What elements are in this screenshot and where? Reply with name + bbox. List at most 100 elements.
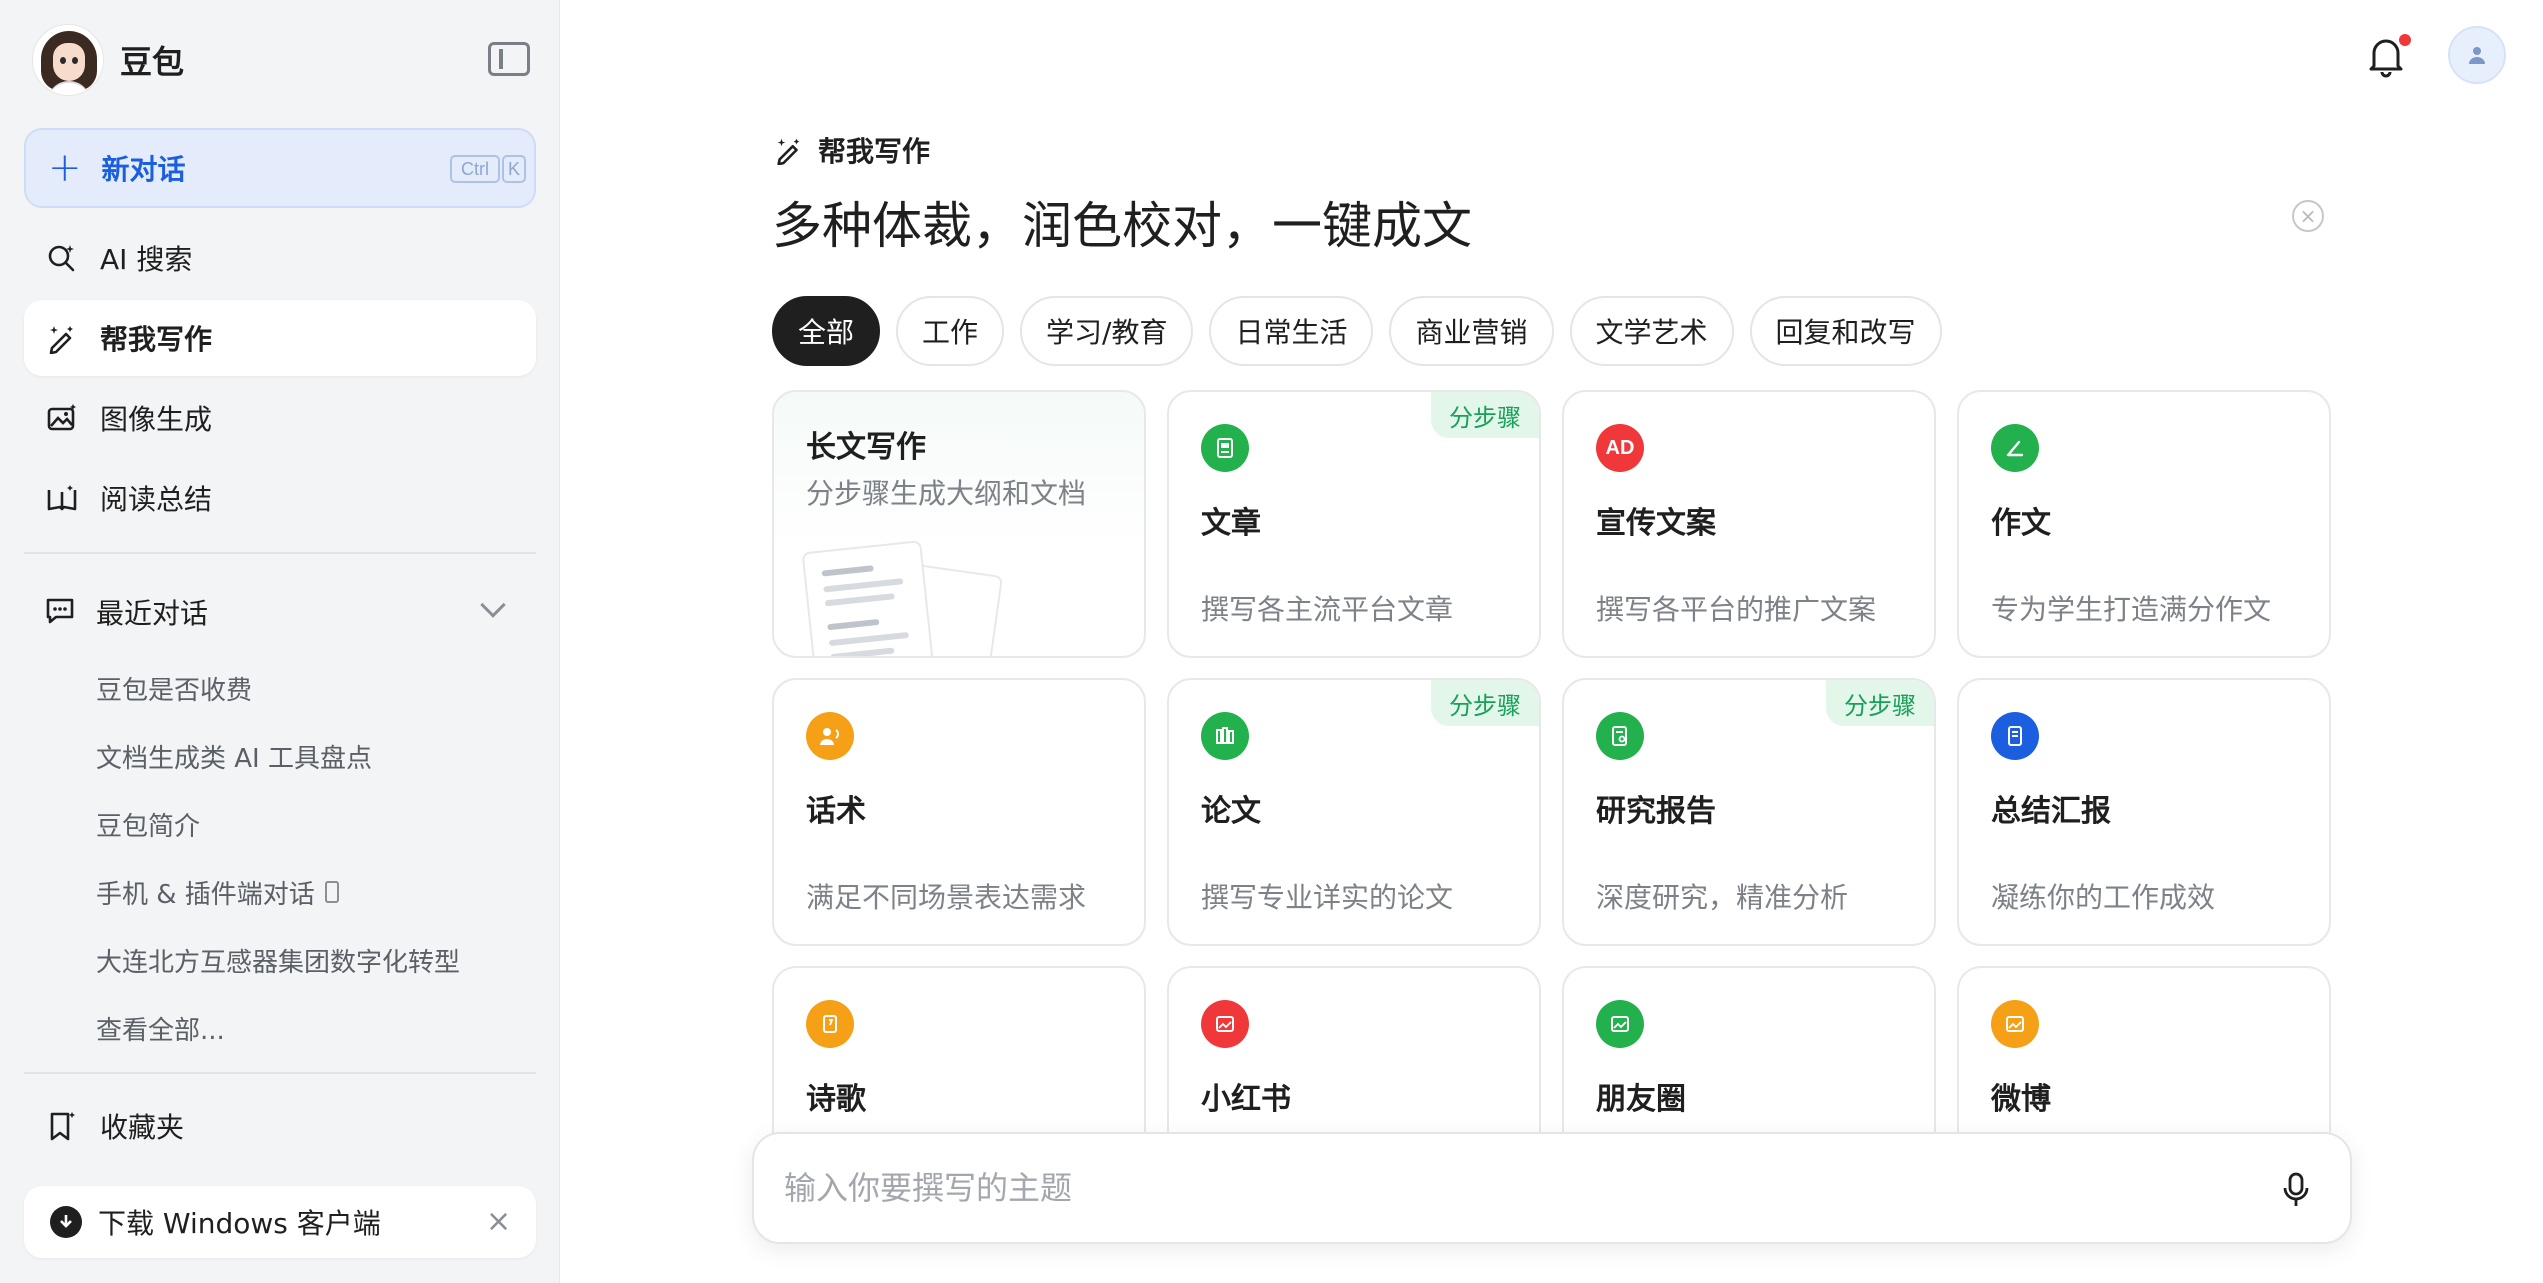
- card-article[interactable]: 分步骤 文章 撰写各主流平台文章: [1167, 390, 1541, 658]
- chevron-down-icon[interactable]: [480, 592, 506, 618]
- notification-dot: [2399, 34, 2411, 46]
- report-search-icon: [1596, 712, 1644, 760]
- image-icon: [44, 400, 80, 436]
- close-circle-icon[interactable]: ×: [2292, 200, 2324, 232]
- card-desc: 撰写各主流平台文章: [1201, 593, 1454, 626]
- shortcut-key: K: [502, 155, 526, 183]
- book-icon: [44, 480, 80, 516]
- sidebar-item-image-gen[interactable]: 图像生成: [24, 380, 536, 456]
- shortcut-ctrl: Ctrl: [450, 155, 500, 183]
- close-icon[interactable]: ×: [486, 1204, 511, 1239]
- sidebar-divider: [24, 1072, 536, 1074]
- download-icon: [50, 1206, 82, 1238]
- download-client-banner[interactable]: 下载 Windows 客户端 ×: [24, 1186, 536, 1258]
- section-title: 帮我写作: [774, 130, 930, 170]
- step-badge: 分步骤: [1431, 680, 1539, 726]
- tab-marketing[interactable]: 商业营销: [1389, 296, 1554, 366]
- card-moments[interactable]: 朋友圈: [1562, 966, 1936, 1156]
- sidebar-toggle-icon[interactable]: [488, 42, 530, 76]
- card-desc: 深度研究，精准分析: [1596, 881, 1849, 914]
- chat-bubble-icon: [44, 594, 76, 630]
- card-desc: 凝练你的工作成效: [1991, 881, 2216, 914]
- microphone-icon[interactable]: [2276, 1170, 2316, 1210]
- tab-education[interactable]: 学习/教育: [1020, 296, 1194, 366]
- card-weibo[interactable]: 微博: [1957, 966, 2331, 1156]
- card-ad-copy[interactable]: AD 宣传文案 撰写各平台的推广文案: [1562, 390, 1936, 658]
- compose-input-bar: [752, 1132, 2352, 1244]
- sidebar-item-reading[interactable]: 阅读总结: [24, 460, 536, 536]
- card-title: 小红书: [1201, 1082, 1291, 1117]
- card-desc: 撰写各平台的推广文案: [1596, 593, 1877, 626]
- topic-input[interactable]: [784, 1169, 2164, 1207]
- sidebar-item-favorites[interactable]: 收藏夹: [24, 1088, 536, 1164]
- user-avatar[interactable]: [2448, 26, 2506, 84]
- card-title: 研究报告: [1596, 794, 1716, 829]
- favorites-label: 收藏夹: [100, 1111, 185, 1144]
- sidebar-item-ai-search[interactable]: AI 搜索: [24, 220, 536, 296]
- card-title: 文章: [1201, 506, 1261, 541]
- card-poetry[interactable]: 诗歌: [772, 966, 1146, 1156]
- sidebar-item-writing[interactable]: 帮我写作: [24, 300, 536, 376]
- card-desc: 撰写专业详实的论文: [1201, 881, 1454, 914]
- tab-reply-rewrite[interactable]: 回复和改写: [1749, 296, 1942, 366]
- brand[interactable]: 豆包: [32, 24, 184, 96]
- card-research-report[interactable]: 分步骤 研究报告 深度研究，精准分析: [1562, 678, 1936, 946]
- card-title: 作文: [1991, 506, 2051, 541]
- search-sparkle-icon: [44, 240, 80, 276]
- download-label: 下载 Windows 客户端: [98, 1207, 381, 1240]
- card-title: 宣传文案: [1596, 506, 1716, 541]
- card-essay[interactable]: 作文 专为学生打造满分作文: [1957, 390, 2331, 658]
- sidebar-item-label: AI 搜索: [100, 243, 193, 276]
- sidebar-divider: [24, 552, 536, 554]
- bookmark-icon: [44, 1108, 80, 1144]
- sidebar: 豆包 + 新对话 Ctrl K AI 搜索 帮我写作 图像生成 阅读总结 最近对…: [0, 0, 560, 1283]
- card-desc: 满足不同场景表达需求: [806, 881, 1087, 914]
- sidebar-item-label: 阅读总结: [100, 483, 213, 516]
- image-post-icon: [1201, 1000, 1249, 1048]
- ad-icon: AD: [1596, 424, 1644, 472]
- card-title: 诗歌: [806, 1082, 866, 1117]
- card-desc: 专为学生打造满分作文: [1991, 593, 2272, 626]
- recent-chat-item[interactable]: 文档生成类 AI 工具盘点: [96, 732, 372, 780]
- recent-chats-header[interactable]: 最近对话: [24, 574, 536, 650]
- recent-chat-item[interactable]: 手机 & 插件端对话: [96, 868, 339, 916]
- brand-avatar: [32, 24, 104, 96]
- recent-chat-item[interactable]: 豆包简介: [96, 800, 200, 848]
- books-icon: [1201, 712, 1249, 760]
- poem-icon: [806, 1000, 854, 1048]
- speaker-person-icon: [806, 712, 854, 760]
- new-chat-button[interactable]: + 新对话 Ctrl K: [24, 128, 536, 208]
- card-thesis[interactable]: 分步骤 论文 撰写专业详实的论文: [1167, 678, 1541, 946]
- step-badge: 分步骤: [1826, 680, 1934, 726]
- card-title: 微博: [1991, 1082, 2051, 1117]
- pencil-icon: [1991, 424, 2039, 472]
- pen-sparkle-icon: [44, 320, 80, 356]
- card-speech[interactable]: 话术 满足不同场景表达需求: [772, 678, 1146, 946]
- card-summary-report[interactable]: 总结汇报 凝练你的工作成效: [1957, 678, 2331, 946]
- card-xiaohongshu[interactable]: 小红书: [1167, 966, 1541, 1156]
- notification-bell-icon[interactable]: [2366, 34, 2411, 78]
- tab-work[interactable]: 工作: [896, 296, 1005, 366]
- recent-chat-item[interactable]: 豆包是否收费: [96, 664, 252, 712]
- sidebar-item-label: 图像生成: [100, 403, 213, 436]
- card-title: 论文: [1201, 794, 1261, 829]
- view-all-link[interactable]: 查看全部...: [96, 1004, 225, 1052]
- card-long-writing[interactable]: 长文写作 分步骤生成大纲和文档: [772, 390, 1146, 658]
- card-title: 朋友圈: [1596, 1082, 1686, 1117]
- image-post-icon: [1596, 1000, 1644, 1048]
- card-title: 话术: [806, 794, 866, 829]
- card-title: 长文写作: [806, 430, 926, 465]
- card-title: 总结汇报: [1991, 794, 2111, 829]
- tab-all[interactable]: 全部: [772, 296, 881, 366]
- article-icon: [1201, 424, 1249, 472]
- card-desc: 分步骤生成大纲和文档: [806, 477, 1087, 510]
- new-chat-label: 新对话: [101, 153, 186, 186]
- pen-sparkle-icon: [777, 138, 800, 165]
- page-headline: 多种体裁，润色校对，一键成文: [772, 197, 1472, 255]
- notebook-icon: [1991, 712, 2039, 760]
- category-tabs: 全部 工作 学习/教育 日常生活 商业营销 文学艺术 回复和改写: [772, 296, 1942, 366]
- tab-daily-life[interactable]: 日常生活: [1209, 296, 1374, 366]
- tab-literature[interactable]: 文学艺术: [1569, 296, 1734, 366]
- step-badge: 分步骤: [1431, 392, 1539, 438]
- recent-chat-item[interactable]: 大连北方互感器集团数字化转型: [96, 936, 460, 984]
